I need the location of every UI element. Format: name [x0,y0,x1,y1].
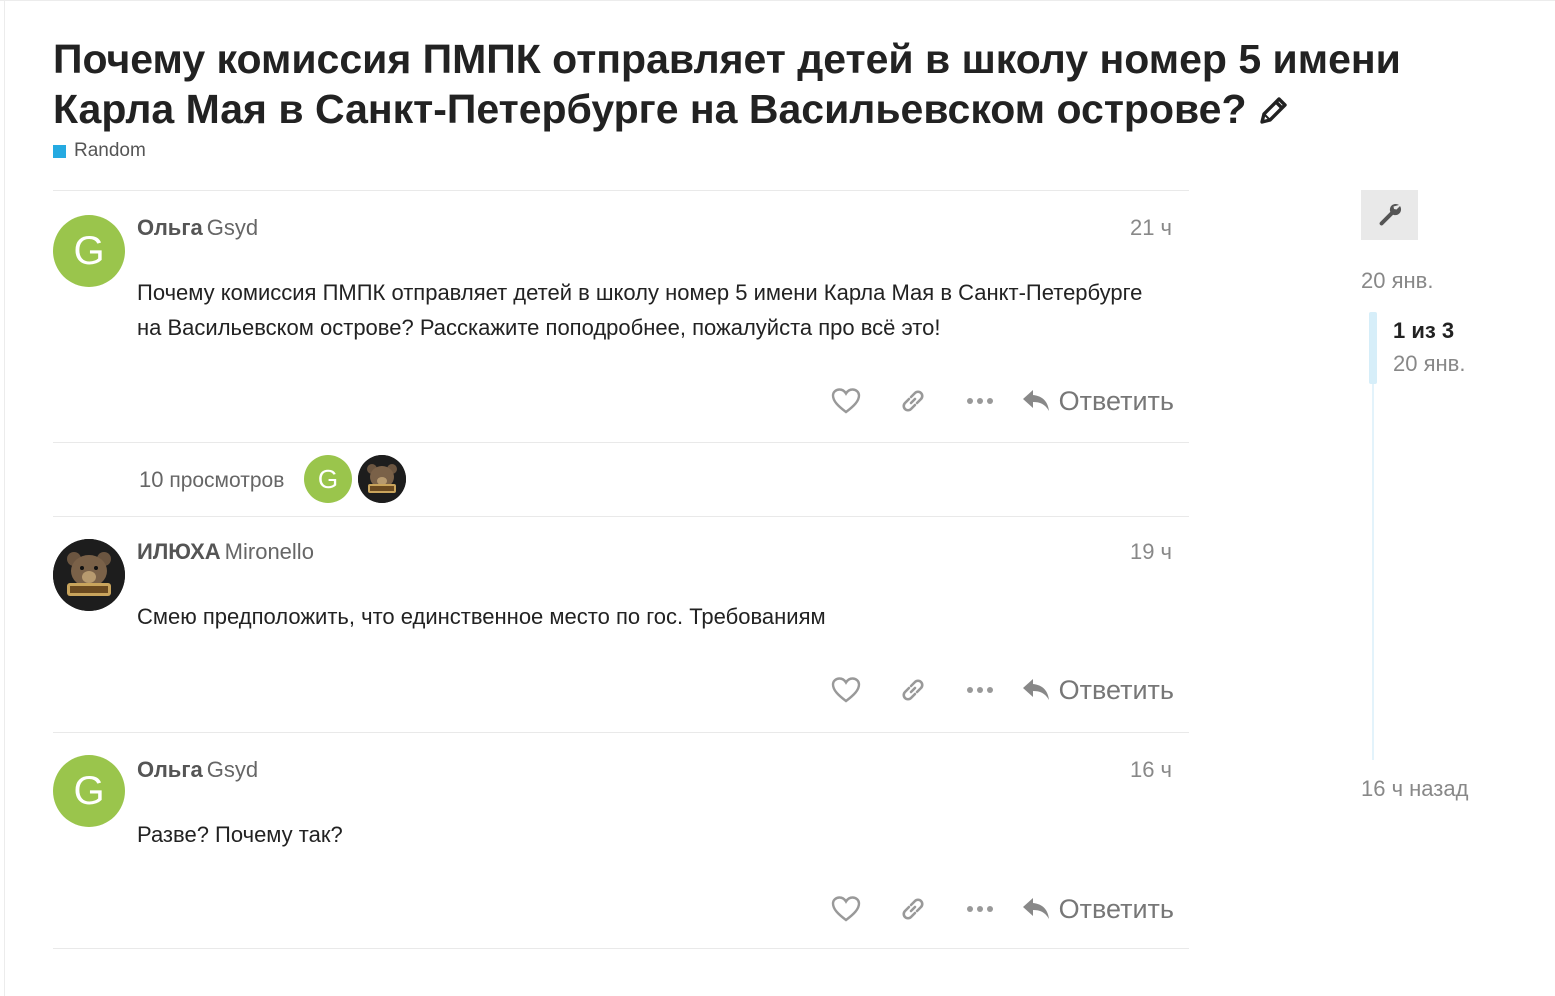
author-full-name[interactable]: ИЛЮХА [137,539,221,564]
post-author[interactable]: Ольга Gsyd [137,757,258,783]
timeline-position-date: 20 янв. [1393,351,1466,376]
author-username[interactable]: Mironello [225,539,314,564]
views-count: 10 просмотров [139,467,284,493]
topic-title[interactable]: Почему комиссия ПМПК отправляет детей в … [53,34,1473,134]
reply-button[interactable]: Ответить [1021,386,1174,417]
pencil-icon[interactable] [1257,88,1291,124]
author-username[interactable]: Gsyd [207,215,258,240]
post-2: ИЛЮХА Mironello 19 ч Смею предположить, ч… [53,515,1189,732]
more-icon[interactable] [963,384,997,418]
timeline-start-date[interactable]: 20 янв. [1361,268,1433,294]
views-label: просмотров [169,469,285,492]
topic-header: Почему комиссия ПМПК отправляет детей в … [53,34,1473,134]
frame-top-edge [0,0,1555,1]
timeline-end-date[interactable]: 16 ч назад [1361,776,1468,802]
author-username[interactable]: Gsyd [207,757,258,782]
more-icon[interactable] [963,892,997,926]
participant-avatar[interactable]: G [304,455,352,503]
frame-left-edge [4,0,5,996]
category-color-square [53,144,66,158]
reply-icon [1022,679,1049,700]
avatar-letter: G [73,228,105,273]
post-date[interactable]: 19 ч [1130,539,1172,565]
post-actions: Ответить [796,892,1174,926]
post-author[interactable]: Ольга Gsyd [137,215,258,241]
link-icon[interactable] [896,384,930,418]
author-full-name[interactable]: Ольга [137,757,203,782]
reply-button[interactable]: Ответить [1021,675,1174,706]
bear-logo-icon [358,455,406,503]
category-badge[interactable]: Random [53,140,146,162]
post-body: Разве? Почему так? [137,822,343,847]
participant-avatar[interactable] [358,455,406,503]
avatar[interactable] [53,539,125,611]
post-actions: Ответить [796,384,1174,418]
reply-label: Ответить [1058,385,1174,416]
post-author[interactable]: ИЛЮХА Mironello [137,539,314,565]
admin-menu-button[interactable] [1361,190,1418,240]
post-1: G Ольга Gsyd 21 ч Почему комиссия ПМПК от… [53,190,1189,443]
post-actions: Ответить [796,673,1174,707]
post-date[interactable]: 16 ч [1130,757,1172,783]
reply-icon [1022,898,1049,919]
link-icon[interactable] [896,673,930,707]
reply-button[interactable]: Ответить [1021,894,1174,925]
post-date[interactable]: 21 ч [1130,215,1172,241]
views-number: 10 [139,467,164,492]
topic-title-text[interactable]: Почему комиссия ПМПК отправляет детей в … [53,36,1401,132]
reply-icon [1022,390,1049,411]
participant-letter: G [317,463,339,494]
reply-label: Ответить [1058,674,1174,705]
reply-label: Ответить [1058,893,1174,924]
posts-bottom-divider [53,948,1189,949]
post-body: Почему комиссия ПМПК отправляет детей в … [137,280,1143,340]
more-icon[interactable] [963,673,997,707]
timeline-position: 1 из 3 [1393,318,1455,343]
heart-icon[interactable] [829,673,863,707]
post-3: G Ольга Gsyd 16 ч Разве? Почему так? Отве… [53,732,1189,949]
heart-icon[interactable] [829,892,863,926]
avatar-letter: G [73,768,105,813]
avatar[interactable]: G [53,215,125,287]
avatar[interactable]: G [53,755,125,827]
timeline-scroll-handle[interactable] [1369,312,1377,384]
wrench-icon [1379,203,1401,226]
link-icon[interactable] [896,892,930,926]
topic-map: 10 просмотров G [53,442,1189,517]
post-body: Смею предположить, что единственное мест… [137,604,826,629]
author-full-name[interactable]: Ольга [137,215,203,240]
category-name: Random [74,140,146,161]
heart-icon[interactable] [829,384,863,418]
bear-logo-icon [53,539,125,611]
